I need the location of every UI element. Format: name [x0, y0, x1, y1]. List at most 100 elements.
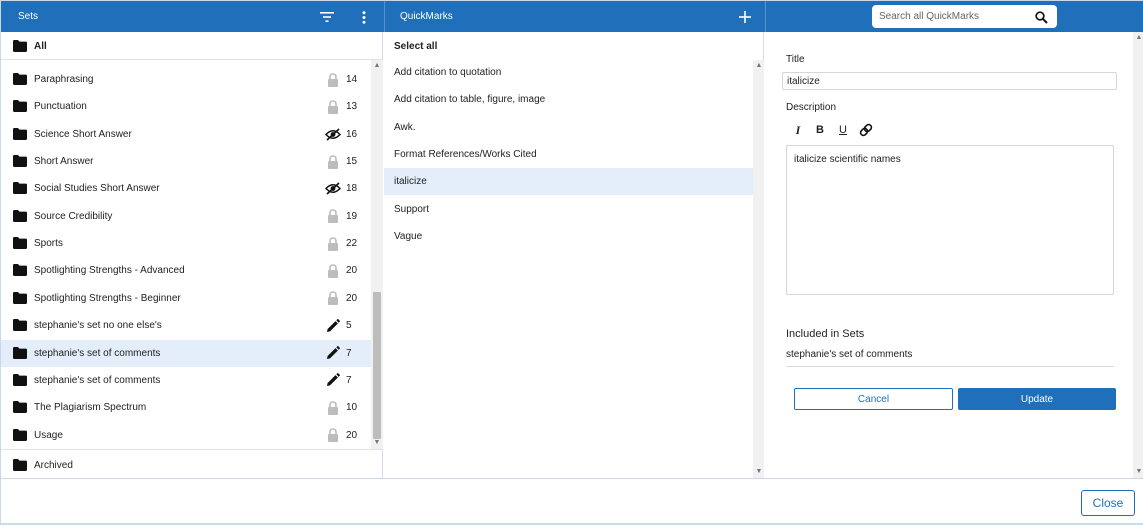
lock-icon	[325, 428, 341, 443]
quickmark-label: Format References/Works Cited	[394, 149, 537, 161]
set-label: stephanie's set no one else's	[34, 320, 162, 332]
included-in-sets-label: Included in Sets	[786, 328, 865, 340]
quickmarks-title: QuickMarks	[400, 11, 453, 22]
set-label: Social Studies Short Answer	[34, 183, 160, 195]
bold-button[interactable]: B	[812, 122, 828, 138]
set-row[interactable]: stephanie's set no one else's 5	[1, 312, 371, 339]
description-editor[interactable]: italicize scientific names	[786, 145, 1114, 295]
set-row[interactable]: Punctuation 13	[1, 93, 371, 120]
select-all-label: Select all	[394, 41, 438, 52]
set-row[interactable]: Sports 22	[1, 230, 371, 257]
lock-icon	[325, 400, 341, 415]
link-icon[interactable]	[858, 122, 874, 138]
set-label: stephanie's set of comments	[34, 347, 161, 359]
folder-icon	[13, 127, 27, 140]
more-vert-icon[interactable]	[356, 9, 372, 25]
set-row-all[interactable]: All	[1, 32, 383, 60]
add-icon[interactable]	[737, 9, 753, 25]
quickmark-item[interactable]: Add citation to table, figure, image	[384, 86, 753, 113]
pencil-icon	[325, 373, 341, 388]
set-row[interactable]: Spotlighting Strengths - Beginner 20	[1, 285, 371, 312]
description-label: Description	[786, 102, 837, 113]
set-label: Source Credibility	[34, 210, 113, 222]
quickmark-item[interactable]: Support	[384, 196, 753, 223]
set-row[interactable]: The Plagiarism Spectrum 10	[1, 394, 371, 421]
set-count: 20	[346, 265, 358, 277]
search-icon[interactable]	[1033, 9, 1049, 25]
folder-icon	[13, 155, 27, 168]
scroll-up-arrow-icon[interactable]: ▲	[755, 62, 763, 70]
scroll-down-arrow-icon[interactable]: ▼	[1135, 468, 1143, 476]
quickmark-item[interactable]: Vague	[384, 223, 753, 250]
folder-icon	[13, 459, 27, 471]
scroll-down-arrow-icon[interactable]: ▼	[755, 468, 763, 476]
select-all-row[interactable]: Select all	[384, 32, 753, 59]
set-row[interactable]: Usage 20	[1, 422, 371, 449]
quickmarks-panel: Select all Add citation to quotation Add …	[384, 32, 764, 478]
set-label: All	[34, 41, 47, 52]
scroll-down-arrow-icon[interactable]: ▼	[373, 439, 381, 447]
quickmark-label: Add citation to quotation	[394, 67, 502, 78]
set-count: 7	[346, 347, 352, 359]
header-bar: Sets QuickMarks	[1, 1, 1143, 32]
set-row[interactable]: Social Studies Short Answer 18	[1, 175, 371, 202]
search-input[interactable]	[879, 9, 1029, 24]
set-count: 13	[346, 101, 358, 113]
set-label: The Plagiarism Spectrum	[34, 402, 147, 414]
set-label: Sports	[34, 238, 63, 250]
set-row[interactable]: stephanie's set of comments 7	[1, 367, 371, 394]
set-row[interactable]: Short Answer 15	[1, 148, 371, 175]
sets-title: Sets	[18, 11, 39, 22]
divider	[786, 366, 1114, 367]
scroll-up-arrow-icon[interactable]: ▲	[1135, 34, 1143, 42]
underline-button[interactable]: U	[835, 122, 851, 138]
folder-icon	[13, 346, 27, 359]
folder-icon	[13, 209, 27, 222]
lock-icon	[325, 154, 341, 169]
eye-off-icon	[325, 127, 341, 142]
folder-icon	[13, 401, 27, 414]
eye-off-icon	[325, 181, 341, 196]
lock-icon	[325, 99, 341, 114]
lock-icon	[325, 72, 341, 87]
search-header	[765, 1, 1143, 32]
quickmark-item[interactable]: italicize	[384, 168, 753, 196]
set-row-archived[interactable]: Archived	[1, 449, 383, 478]
folder-icon	[13, 291, 27, 304]
quickmark-item[interactable]: Add citation to quotation	[384, 59, 753, 86]
pencil-icon	[325, 318, 341, 333]
sets-scrollbar[interactable]: ▲ ▼	[371, 60, 383, 449]
folder-icon	[13, 73, 27, 85]
set-row[interactable]: Science Short Answer 16	[1, 121, 371, 148]
set-count: 20	[346, 429, 358, 441]
search-box	[872, 5, 1057, 28]
pencil-icon	[325, 346, 341, 361]
folder-icon	[13, 428, 27, 441]
set-label: Usage	[34, 429, 63, 441]
lock-icon	[325, 291, 341, 306]
quickmarks-scrollbar[interactable]: ▲ ▼	[753, 60, 764, 478]
set-row[interactable]: Spotlighting Strengths - Advanced 20	[1, 257, 371, 284]
quickmark-item[interactable]: Format References/Works Cited	[384, 141, 753, 168]
italic-button[interactable]: I	[790, 122, 806, 138]
folder-icon	[13, 264, 27, 277]
update-button[interactable]: Update	[958, 388, 1116, 410]
set-row[interactable]: Paraphrasing 14	[1, 66, 371, 93]
filter-icon[interactable]	[319, 9, 335, 25]
folder-icon	[13, 319, 27, 332]
detail-scrollbar[interactable]: ▲ ▼	[1133, 32, 1143, 478]
set-label: stephanie's set of comments	[34, 374, 161, 386]
set-label: Spotlighting Strengths - Beginner	[34, 292, 181, 304]
scroll-up-arrow-icon[interactable]: ▲	[373, 62, 381, 70]
scroll-thumb[interactable]	[373, 292, 381, 439]
title-input[interactable]	[782, 72, 1117, 90]
description-text: italicize scientific names	[794, 154, 901, 165]
close-button[interactable]: Close	[1081, 490, 1135, 516]
included-set-name: stephanie's set of comments	[786, 349, 913, 360]
quickmark-item[interactable]: Awk.	[384, 114, 753, 141]
cancel-button[interactable]: Cancel	[794, 388, 953, 410]
set-count: 5	[346, 320, 352, 332]
set-row[interactable]: Source Credibility 19	[1, 203, 371, 230]
set-row[interactable]: stephanie's set of comments 7	[1, 339, 371, 367]
set-count: 16	[346, 128, 358, 140]
